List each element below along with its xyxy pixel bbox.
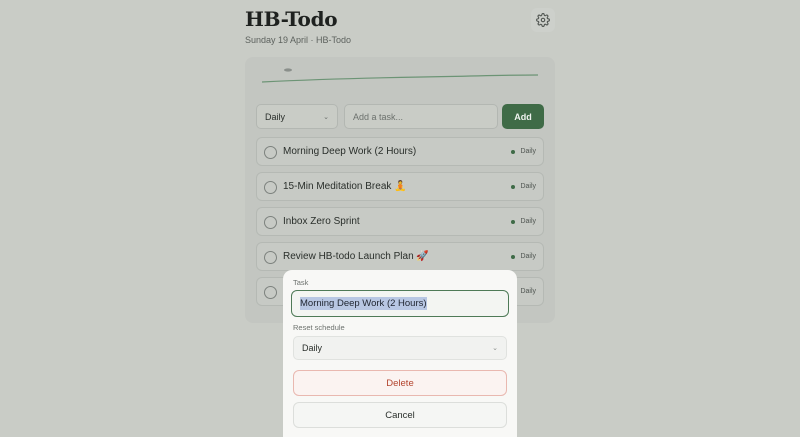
edit-task-sheet: Task Morning Deep Work (2 Hours) Reset s… bbox=[283, 270, 517, 437]
task-label: 15-Min Meditation Break 🧘 bbox=[283, 181, 407, 192]
page-subtitle: Sunday 19 April · HB-Todo bbox=[245, 35, 352, 45]
task-row[interactable]: Review HB-todo Launch Plan 🚀 Daily bbox=[256, 242, 544, 271]
settings-button[interactable] bbox=[531, 8, 555, 32]
app-window: HB-Todo Sunday 19 April · HB-Todo Daily … bbox=[0, 0, 800, 437]
schedule-select[interactable]: Daily ⌄ bbox=[256, 104, 338, 129]
task-checkbox[interactable] bbox=[264, 146, 277, 159]
task-checkbox[interactable] bbox=[264, 181, 277, 194]
task-label: Morning Deep Work (2 Hours) bbox=[283, 146, 417, 157]
status-dot bbox=[511, 254, 516, 259]
task-row[interactable]: 15-Min Meditation Break 🧘 Daily bbox=[256, 172, 544, 201]
add-task-input[interactable] bbox=[344, 104, 498, 129]
schedule-badge: Daily bbox=[511, 148, 536, 155]
reset-schedule-select[interactable]: Daily ⌄ bbox=[293, 336, 507, 360]
schedule-badge: Daily bbox=[511, 218, 536, 225]
task-label: Review HB-todo Launch Plan 🚀 bbox=[283, 251, 429, 262]
task-checkbox[interactable] bbox=[264, 286, 277, 299]
status-dot bbox=[511, 219, 516, 224]
cancel-button[interactable]: Cancel bbox=[293, 402, 507, 428]
task-row[interactable]: Inbox Zero Sprint Daily bbox=[256, 207, 544, 236]
status-dot bbox=[511, 149, 516, 154]
gear-icon bbox=[536, 13, 550, 27]
reset-schedule-value: Daily bbox=[302, 343, 323, 353]
task-row[interactable]: Morning Deep Work (2 Hours) Daily bbox=[256, 137, 544, 166]
schedule-badge-text: Daily bbox=[520, 253, 536, 260]
task-name-input[interactable]: Morning Deep Work (2 Hours) bbox=[291, 290, 509, 317]
status-dot bbox=[511, 184, 516, 189]
schedule-badge-text: Daily bbox=[520, 218, 536, 225]
task-name-value: Morning Deep Work (2 Hours) bbox=[300, 297, 427, 310]
reset-schedule-label: Reset schedule bbox=[293, 323, 345, 332]
schedule-badge-text: Daily bbox=[520, 183, 536, 190]
sparkline-marker bbox=[284, 68, 292, 72]
task-field-label: Task bbox=[293, 278, 309, 287]
schedule-badge: Daily bbox=[511, 183, 536, 190]
task-checkbox[interactable] bbox=[264, 216, 277, 229]
add-task-button[interactable]: Add bbox=[502, 104, 544, 129]
chevron-down-icon: ⌄ bbox=[492, 345, 498, 352]
page-title: HB-Todo bbox=[245, 7, 338, 31]
delete-button[interactable]: Delete bbox=[293, 370, 507, 396]
schedule-badge-text: Daily bbox=[520, 148, 536, 155]
schedule-select-value: Daily bbox=[265, 111, 286, 122]
task-checkbox[interactable] bbox=[264, 251, 277, 264]
schedule-badge-text: Daily bbox=[520, 288, 536, 295]
task-label: Inbox Zero Sprint bbox=[283, 216, 360, 227]
progress-sparkline bbox=[262, 68, 539, 83]
chevron-down-icon: ⌄ bbox=[323, 113, 329, 121]
schedule-badge: Daily bbox=[511, 253, 536, 260]
